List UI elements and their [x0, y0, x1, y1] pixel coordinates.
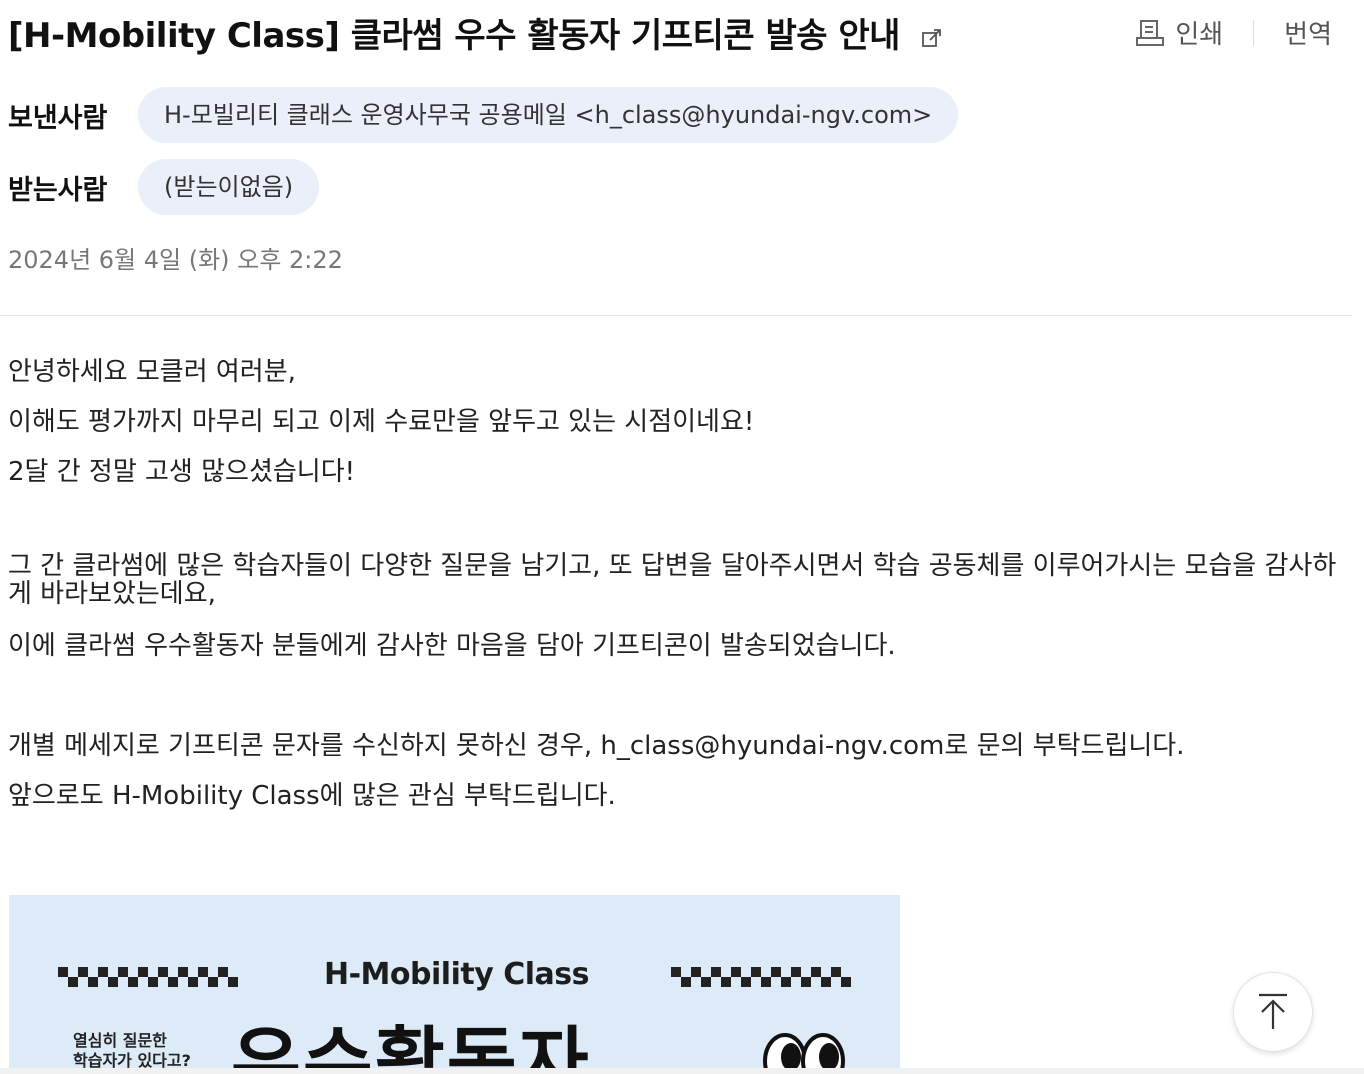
- body-paragraph: 이해도 평가까지 마무리 되고 이제 수료만을 앞두고 있는 시점이네요!: [8, 407, 755, 437]
- body-paragraph: 2달 간 정말 고생 많으셨습니다!: [8, 457, 356, 487]
- print-label: 인쇄: [1175, 20, 1224, 50]
- sender-chip[interactable]: H-모빌리티 클래스 운영사무국 공용메일 <h_class@hyundai-n…: [138, 87, 959, 143]
- arrow-up-icon: [1259, 993, 1287, 1029]
- toolbar-divider: [1253, 19, 1255, 46]
- recipient-label: 받는사람: [8, 174, 108, 206]
- sender-row: 보낸사람 H-모빌리티 클래스 운영사무국 공용메일 <h_class@hyun…: [8, 87, 959, 143]
- open-in-new-window-icon[interactable]: [921, 27, 943, 49]
- body-paragraph: 앞으로도 H-Mobility Class에 많은 관심 부탁드립니다.: [8, 781, 616, 811]
- banner-side-line: 열심히 질문한: [73, 1031, 167, 1050]
- translate-button[interactable]: 번역: [1284, 14, 1332, 51]
- mail-subject-text: [H-Mobility Class] 클라썸 우수 활동자 기프티콘 발송 안내: [8, 16, 900, 56]
- checker-pattern-left: [58, 967, 238, 987]
- banner-title: H-Mobility Class: [324, 957, 589, 992]
- banner-side-text: 열심히 질문한 학습자가 있다고?: [73, 1031, 191, 1071]
- recipient-chip[interactable]: (받는이없음): [138, 159, 320, 215]
- mail-toolbar: 인쇄 번역: [1135, 14, 1332, 51]
- translate-label: 번역: [1284, 20, 1332, 50]
- mail-date: 2024년 6월 4일 (화) 오후 2:22: [8, 246, 343, 274]
- mail-body: 안녕하세요 모클러 여러분, 이해도 평가까지 마무리 되고 이제 수료만을 앞…: [8, 350, 1354, 818]
- bottom-scroll-area: [0, 1068, 1364, 1074]
- print-button[interactable]: 인쇄: [1135, 14, 1223, 51]
- scroll-to-top-button[interactable]: [1233, 972, 1313, 1052]
- checker-pattern-right: [671, 967, 851, 987]
- mail-subject: [H-Mobility Class] 클라썸 우수 활동자 기프티콘 발송 안내: [8, 12, 943, 60]
- body-paragraph: 안녕하세요 모클러 여러분,: [8, 357, 296, 387]
- banner-headline: 우수활동자: [231, 1018, 591, 1074]
- body-paragraph: 개별 메세지로 기프티콘 문자를 수신하지 못하신 경우, h_class@hy…: [8, 731, 1185, 761]
- cartoon-eyes-icon: [763, 1033, 845, 1074]
- promo-banner-image: H-Mobility Class 열심히 질문한 학습자가 있다고? 우수활동자: [9, 895, 900, 1074]
- sender-label: 보낸사람: [8, 102, 108, 134]
- body-paragraph: 그 간 클라썸에 많은 학습자들이 다양한 질문을 남기고, 또 답변을 달아주…: [8, 551, 1337, 609]
- recipient-row: 받는사람 (받는이없음): [8, 159, 320, 215]
- header-divider: [0, 315, 1352, 316]
- body-paragraph: 이에 클라썸 우수활동자 분들에게 감사한 마음을 담아 기프티콘이 발송되었습…: [8, 631, 896, 661]
- printer-icon: [1136, 19, 1165, 46]
